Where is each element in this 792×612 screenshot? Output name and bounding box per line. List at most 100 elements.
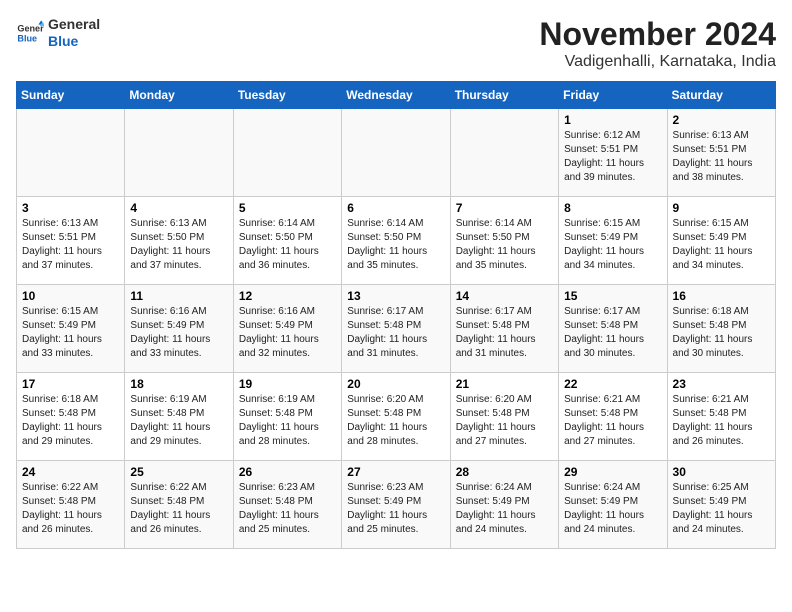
day-number: 19 <box>239 377 336 391</box>
calendar-week-1: 1 Sunrise: 6:12 AMSunset: 5:51 PMDaylight… <box>17 109 776 197</box>
month-title: November 2024 <box>539 16 776 53</box>
cell-content: Sunrise: 6:23 AMSunset: 5:49 PMDaylight:… <box>347 481 444 537</box>
cell-content: Sunrise: 6:20 AMSunset: 5:48 PMDaylight:… <box>347 393 444 449</box>
calendar-week-2: 3 Sunrise: 6:13 AMSunset: 5:51 PMDaylight… <box>17 197 776 285</box>
day-number: 29 <box>564 465 661 479</box>
cell-content: Sunrise: 6:16 AMSunset: 5:49 PMDaylight:… <box>130 305 227 361</box>
calendar-cell: 7 Sunrise: 6:14 AMSunset: 5:50 PMDaylight… <box>450 197 558 285</box>
calendar-table: SundayMondayTuesdayWednesdayThursdayFrid… <box>16 81 776 549</box>
cell-content: Sunrise: 6:13 AMSunset: 5:51 PMDaylight:… <box>673 129 770 185</box>
calendar-cell: 14Sunrise: 6:17 AMSunset: 5:48 PMDayligh… <box>450 285 558 373</box>
day-number: 2 <box>673 113 770 127</box>
cell-content: Sunrise: 6:19 AMSunset: 5:48 PMDaylight:… <box>130 393 227 449</box>
cell-content: Sunrise: 6:18 AMSunset: 5:48 PMDaylight:… <box>22 393 119 449</box>
cell-content: Sunrise: 6:16 AMSunset: 5:49 PMDaylight:… <box>239 305 336 361</box>
header-day-monday: Monday <box>125 82 233 109</box>
cell-content: Sunrise: 6:12 AMSunset: 5:51 PMDaylight:… <box>564 129 661 185</box>
calendar-cell: 1 Sunrise: 6:12 AMSunset: 5:51 PMDaylight… <box>559 109 667 197</box>
cell-content: Sunrise: 6:17 AMSunset: 5:48 PMDaylight:… <box>347 305 444 361</box>
cell-content: Sunrise: 6:24 AMSunset: 5:49 PMDaylight:… <box>564 481 661 537</box>
cell-content: Sunrise: 6:15 AMSunset: 5:49 PMDaylight:… <box>673 217 770 273</box>
day-number: 5 <box>239 201 336 215</box>
day-number: 6 <box>347 201 444 215</box>
calendar-cell: 22 Sunrise: 6:21 AMSunset: 5:48 PMDayligh… <box>559 373 667 461</box>
day-number: 27 <box>347 465 444 479</box>
day-number: 25 <box>130 465 227 479</box>
day-number: 23 <box>673 377 770 391</box>
cell-content: Sunrise: 6:17 AMSunset: 5:48 PMDaylight:… <box>456 305 553 361</box>
calendar-cell: 29 Sunrise: 6:24 AMSunset: 5:49 PMDayligh… <box>559 461 667 549</box>
calendar-cell: 3 Sunrise: 6:13 AMSunset: 5:51 PMDaylight… <box>17 197 125 285</box>
cell-content: Sunrise: 6:14 AMSunset: 5:50 PMDaylight:… <box>347 217 444 273</box>
location-title: Vadigenhalli, Karnataka, India <box>539 53 776 71</box>
logo-text-general: General <box>48 16 100 33</box>
calendar-cell <box>233 109 341 197</box>
cell-content: Sunrise: 6:14 AMSunset: 5:50 PMDaylight:… <box>239 217 336 273</box>
cell-content: Sunrise: 6:24 AMSunset: 5:49 PMDaylight:… <box>456 481 553 537</box>
day-number: 3 <box>22 201 119 215</box>
cell-content: Sunrise: 6:21 AMSunset: 5:48 PMDaylight:… <box>564 393 661 449</box>
calendar-cell: 12Sunrise: 6:16 AMSunset: 5:49 PMDayligh… <box>233 285 341 373</box>
cell-content: Sunrise: 6:18 AMSunset: 5:48 PMDaylight:… <box>673 305 770 361</box>
calendar-cell: 16 Sunrise: 6:18 AMSunset: 5:48 PMDayligh… <box>667 285 775 373</box>
day-number: 30 <box>673 465 770 479</box>
calendar-cell: 19 Sunrise: 6:19 AMSunset: 5:48 PMDayligh… <box>233 373 341 461</box>
header-day-saturday: Saturday <box>667 82 775 109</box>
calendar-cell <box>342 109 450 197</box>
day-number: 4 <box>130 201 227 215</box>
calendar-cell: 24Sunrise: 6:22 AMSunset: 5:48 PMDayligh… <box>17 461 125 549</box>
cell-content: Sunrise: 6:21 AMSunset: 5:48 PMDaylight:… <box>673 393 770 449</box>
calendar-cell: 26Sunrise: 6:23 AMSunset: 5:48 PMDayligh… <box>233 461 341 549</box>
page-header: General Blue General Blue November 2024 … <box>16 16 776 71</box>
calendar-cell: 15 Sunrise: 6:17 AMSunset: 5:48 PMDayligh… <box>559 285 667 373</box>
calendar-cell: 6 Sunrise: 6:14 AMSunset: 5:50 PMDaylight… <box>342 197 450 285</box>
calendar-cell: 11 Sunrise: 6:16 AMSunset: 5:49 PMDayligh… <box>125 285 233 373</box>
header-day-thursday: Thursday <box>450 82 558 109</box>
calendar-cell: 21 Sunrise: 6:20 AMSunset: 5:48 PMDayligh… <box>450 373 558 461</box>
day-number: 15 <box>564 289 661 303</box>
calendar-cell: 4 Sunrise: 6:13 AMSunset: 5:50 PMDaylight… <box>125 197 233 285</box>
day-number: 21 <box>456 377 553 391</box>
calendar-cell: 2 Sunrise: 6:13 AMSunset: 5:51 PMDaylight… <box>667 109 775 197</box>
day-number: 13 <box>347 289 444 303</box>
calendar-cell <box>450 109 558 197</box>
calendar-cell: 25Sunrise: 6:22 AMSunset: 5:48 PMDayligh… <box>125 461 233 549</box>
cell-content: Sunrise: 6:17 AMSunset: 5:48 PMDaylight:… <box>564 305 661 361</box>
header-day-wednesday: Wednesday <box>342 82 450 109</box>
day-number: 11 <box>130 289 227 303</box>
calendar-cell: 30Sunrise: 6:25 AMSunset: 5:49 PMDayligh… <box>667 461 775 549</box>
day-number: 7 <box>456 201 553 215</box>
cell-content: Sunrise: 6:15 AMSunset: 5:49 PMDaylight:… <box>564 217 661 273</box>
svg-text:General: General <box>17 23 44 33</box>
day-number: 1 <box>564 113 661 127</box>
logo-text-blue: Blue <box>48 33 100 50</box>
header-day-friday: Friday <box>559 82 667 109</box>
calendar-cell: 20Sunrise: 6:20 AMSunset: 5:48 PMDayligh… <box>342 373 450 461</box>
calendar-cell: 23 Sunrise: 6:21 AMSunset: 5:48 PMDayligh… <box>667 373 775 461</box>
calendar-cell: 18Sunrise: 6:19 AMSunset: 5:48 PMDayligh… <box>125 373 233 461</box>
cell-content: Sunrise: 6:14 AMSunset: 5:50 PMDaylight:… <box>456 217 553 273</box>
calendar-week-3: 10 Sunrise: 6:15 AMSunset: 5:49 PMDayligh… <box>17 285 776 373</box>
day-number: 10 <box>22 289 119 303</box>
logo-icon: General Blue <box>16 19 44 47</box>
calendar-cell: 17 Sunrise: 6:18 AMSunset: 5:48 PMDayligh… <box>17 373 125 461</box>
header-day-tuesday: Tuesday <box>233 82 341 109</box>
cell-content: Sunrise: 6:22 AMSunset: 5:48 PMDaylight:… <box>22 481 119 537</box>
cell-content: Sunrise: 6:13 AMSunset: 5:50 PMDaylight:… <box>130 217 227 273</box>
calendar-cell: 5 Sunrise: 6:14 AMSunset: 5:50 PMDaylight… <box>233 197 341 285</box>
calendar-cell <box>17 109 125 197</box>
calendar-week-5: 24Sunrise: 6:22 AMSunset: 5:48 PMDayligh… <box>17 461 776 549</box>
calendar-cell: 13 Sunrise: 6:17 AMSunset: 5:48 PMDayligh… <box>342 285 450 373</box>
logo: General Blue General Blue <box>16 16 100 50</box>
cell-content: Sunrise: 6:13 AMSunset: 5:51 PMDaylight:… <box>22 217 119 273</box>
day-number: 22 <box>564 377 661 391</box>
calendar-cell: 8 Sunrise: 6:15 AMSunset: 5:49 PMDaylight… <box>559 197 667 285</box>
cell-content: Sunrise: 6:19 AMSunset: 5:48 PMDaylight:… <box>239 393 336 449</box>
day-number: 16 <box>673 289 770 303</box>
cell-content: Sunrise: 6:15 AMSunset: 5:49 PMDaylight:… <box>22 305 119 361</box>
day-number: 8 <box>564 201 661 215</box>
cell-content: Sunrise: 6:20 AMSunset: 5:48 PMDaylight:… <box>456 393 553 449</box>
calendar-week-4: 17 Sunrise: 6:18 AMSunset: 5:48 PMDayligh… <box>17 373 776 461</box>
svg-text:Blue: Blue <box>17 33 37 43</box>
day-number: 17 <box>22 377 119 391</box>
